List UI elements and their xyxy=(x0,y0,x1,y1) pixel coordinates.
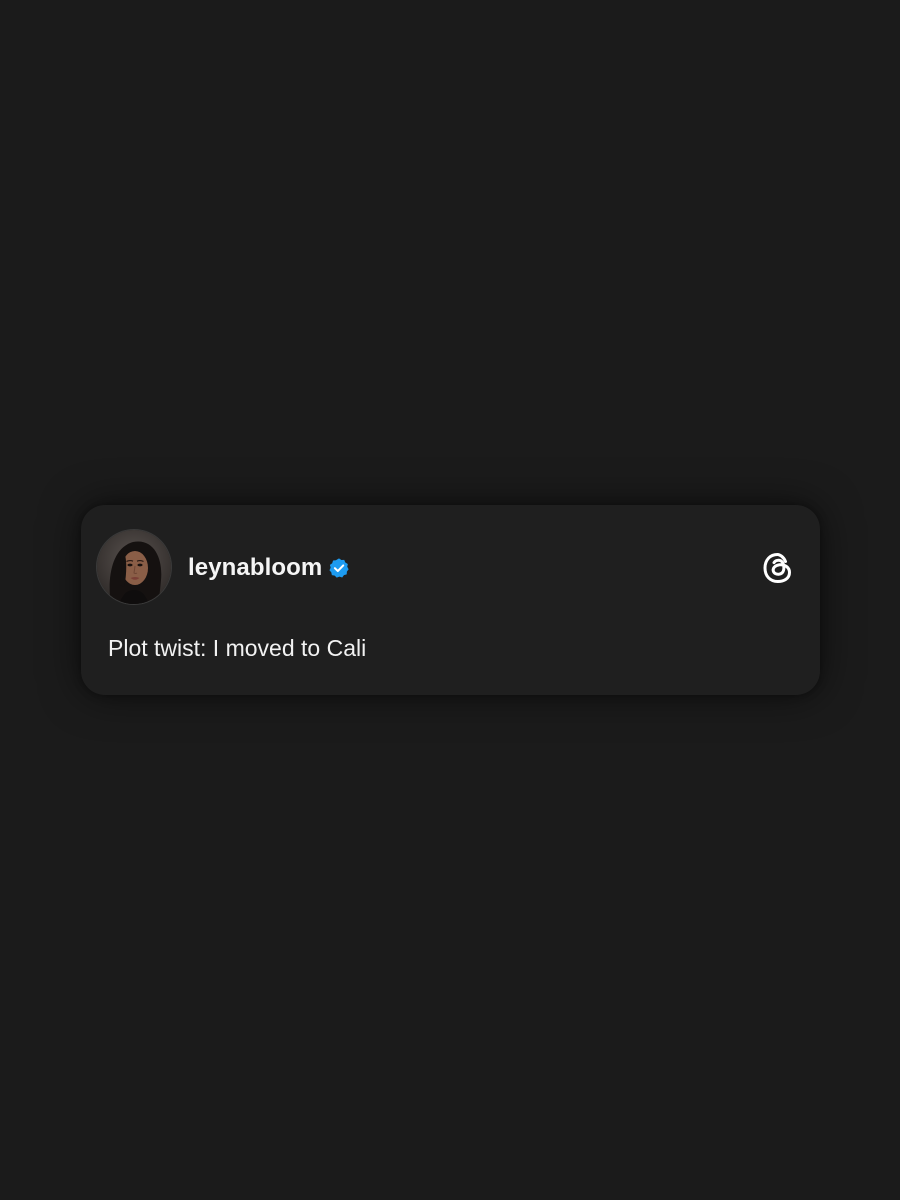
username[interactable]: leynabloom xyxy=(188,554,322,582)
verified-badge-icon xyxy=(328,557,350,579)
page: leynabloom Plot twist: I moved to Cali xyxy=(0,0,900,1200)
threads-logo-icon[interactable] xyxy=(760,550,796,586)
threads-post-card[interactable]: leynabloom Plot twist: I moved to Cali xyxy=(81,505,820,695)
avatar-photo xyxy=(97,530,171,604)
post-text: Plot twist: I moved to Cali xyxy=(108,635,367,661)
avatar[interactable] xyxy=(97,530,171,604)
post-author: leynabloom xyxy=(188,553,350,583)
